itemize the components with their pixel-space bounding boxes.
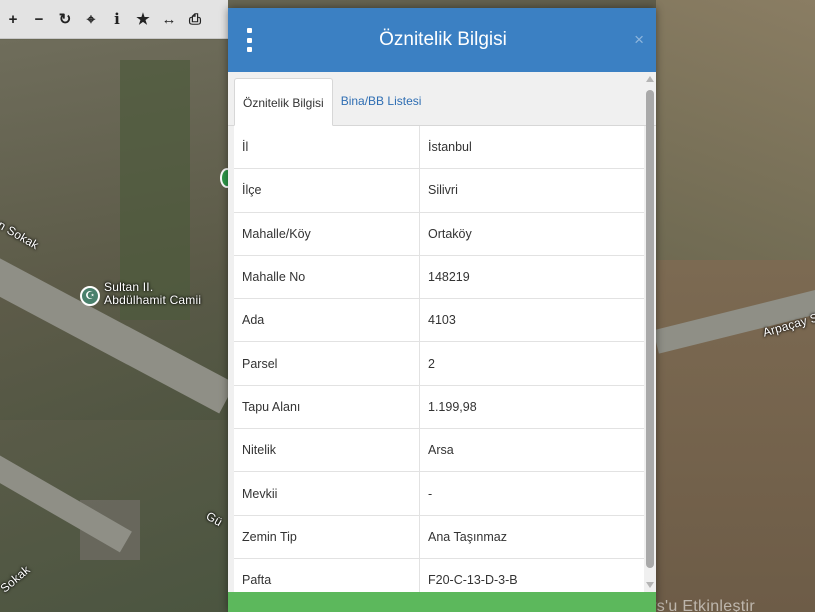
table-row: Mevkii - [234,471,644,516]
attribute-key: İl [234,126,420,170]
info-icon[interactable]: i [104,0,130,38]
measure-icon[interactable]: ↔ [156,0,182,38]
attribute-value: Ortaköy [419,212,644,256]
attribute-key: Parsel [234,341,420,386]
crosshair-icon[interactable]: ⌖ [78,0,104,38]
attribute-value: Silivri [419,168,644,213]
close-icon[interactable]: × [634,30,644,50]
minus-icon[interactable]: − [26,0,52,38]
star-icon[interactable]: ★ [130,0,156,38]
attribute-key: Nitelik [234,428,420,473]
table-row: Mahalle/Köy Ortaköy [234,212,644,256]
dialog-footer-bar [228,592,656,612]
map-field [656,0,815,260]
attribute-key: Pafta [234,558,420,592]
attribute-key: Mahalle/Köy [234,212,420,256]
scroll-down-icon[interactable] [646,582,654,588]
attribute-key: Ada [234,298,420,343]
table-row: İlçe Silivri [234,168,644,213]
dialog-header: Öznitelik Bilgisi × [228,8,656,72]
attribute-key: Mahalle No [234,255,420,300]
attribute-table: İl İstanbul İlçe Silivri Mahalle/Köy Ortakö… [234,126,644,592]
table-row: Tapu Alanı 1.199,98 [234,385,644,430]
dialog-scrollbar[interactable] [646,72,654,592]
scroll-up-icon[interactable] [646,76,654,82]
table-row: İl İstanbul [234,126,644,170]
attribute-key: Zemin Tip [234,515,420,559]
print-icon[interactable]: ⎙ [182,0,208,38]
table-row: Mahalle No 148219 [234,255,644,300]
refresh-icon[interactable]: ↻ [52,0,78,38]
table-row: Zemin Tip Ana Taşınmaz [234,515,644,559]
table-row: Nitelik Arsa [234,428,644,473]
table-row: Pafta F20-C-13-D-3-B [234,558,644,592]
table-row: Parsel 2 [234,341,644,386]
attribute-value: - [419,471,644,516]
attribute-info-dialog: Öznitelik Bilgisi × Öznitelik Bilgisi Bi… [228,8,656,612]
map-poi-label: Sultan II. Abdülhamit Camii [104,280,202,307]
attribute-value: Ana Taşınmaz [419,515,644,559]
tab-attribute-info[interactable]: Öznitelik Bilgisi [234,78,333,126]
attribute-value: 2 [419,341,644,386]
map-toolbar: + − ↻ ⌖ i ★ ↔ ⎙ [0,0,228,39]
attribute-value: F20-C-13-D-3-B [419,558,644,592]
table-row: Ada 4103 [234,298,644,343]
attribute-value: Arsa [419,428,644,473]
attribute-value: 4103 [419,298,644,343]
dialog-body: Öznitelik Bilgisi Bina/BB Listesi İl İsta… [228,72,656,592]
tab-bar: Öznitelik Bilgisi Bina/BB Listesi [228,72,656,126]
attribute-value: İstanbul [419,126,644,170]
tab-building-list[interactable]: Bina/BB Listesi [333,77,430,125]
attribute-key: Mevkii [234,471,420,516]
attribute-key: İlçe [234,168,420,213]
dialog-title: Öznitelik Bilgisi [379,29,507,50]
mosque-icon[interactable]: ☪ [80,286,100,306]
scroll-thumb[interactable] [646,90,654,568]
plus-icon[interactable]: + [0,0,26,38]
attribute-value: 148219 [419,255,644,300]
attribute-key: Tapu Alanı [234,385,420,430]
attribute-value: 1.199,98 [419,385,644,430]
